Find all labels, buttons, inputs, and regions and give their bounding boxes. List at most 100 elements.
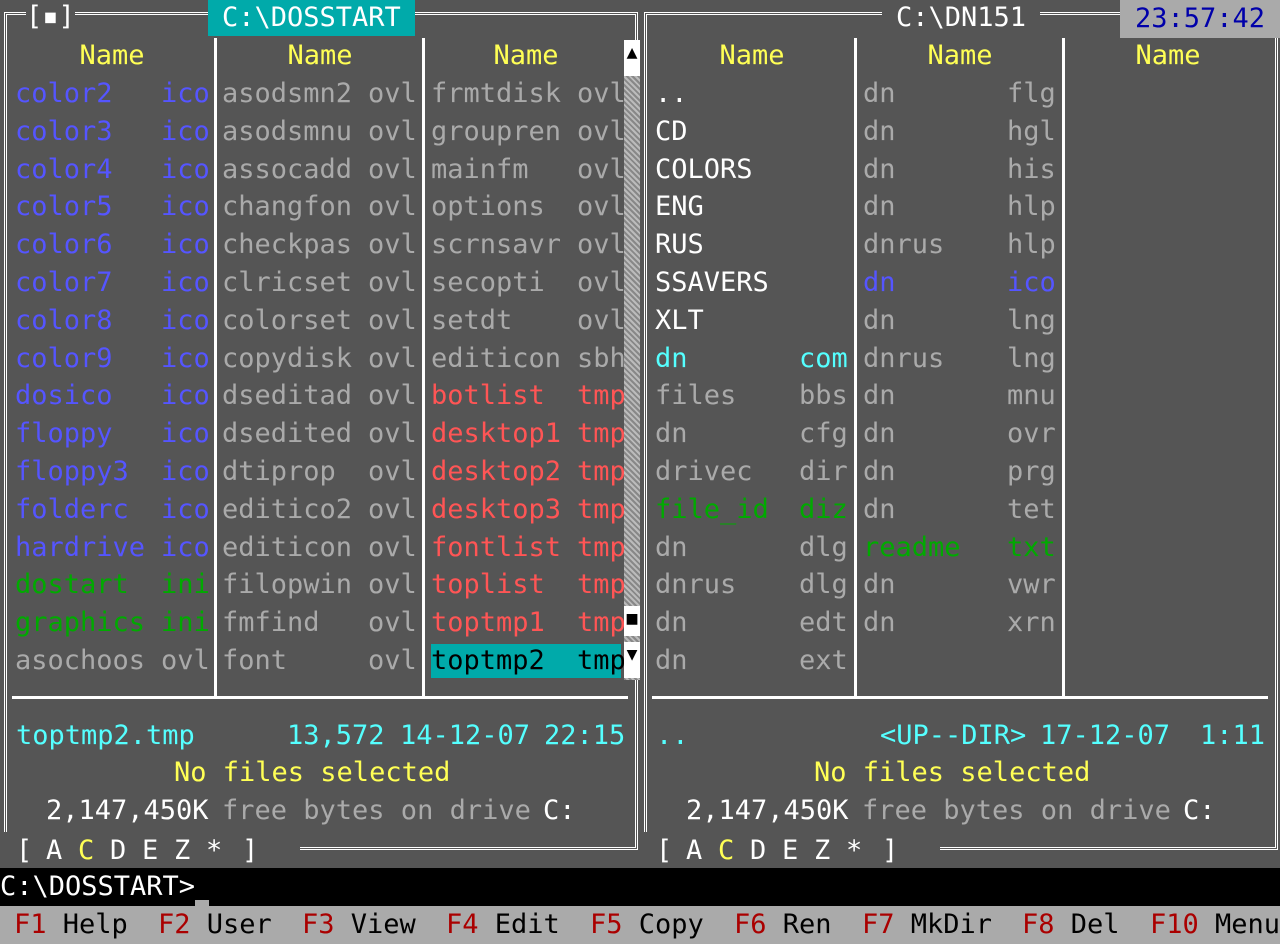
file-entry[interactable]: color2 ico	[15, 75, 211, 113]
file-entry[interactable]: editicon sbh	[431, 340, 627, 378]
drive-all[interactable]: *	[846, 832, 862, 870]
fkey-menu[interactable]: F10 Menu	[1150, 906, 1280, 944]
file-entry[interactable]: color8 ico	[15, 302, 211, 340]
fkey-del[interactable]: F8 Del	[1022, 906, 1120, 944]
file-entry[interactable]: dn edt	[655, 604, 851, 642]
file-entry[interactable]: dn cfg	[655, 415, 851, 453]
fkey-edit[interactable]: F4 Edit	[446, 906, 560, 944]
file-entry[interactable]: dn his	[863, 151, 1059, 189]
file-entry[interactable]: dn com	[655, 340, 851, 378]
file-entry[interactable]: fmfind ovl	[222, 604, 418, 642]
file-entry[interactable]: frmtdisk ovl	[431, 75, 627, 113]
file-entry[interactable]: changfon ovl	[222, 188, 418, 226]
file-entry[interactable]: ENG	[655, 188, 851, 226]
drive-selector[interactable]: [A C D E Z *]	[640, 832, 940, 870]
drive-d[interactable]: D	[750, 832, 766, 870]
file-entry[interactable]: color7 ico	[15, 264, 211, 302]
file-entry[interactable]: mainfm ovl	[431, 151, 627, 189]
column-header[interactable]: Name	[860, 37, 1060, 75]
drive-d[interactable]: D	[110, 832, 126, 870]
column-header[interactable]: Name	[220, 37, 420, 75]
file-entry[interactable]: dn vwr	[863, 566, 1059, 604]
file-entry[interactable]: filopwin ovl	[222, 566, 418, 604]
file-entry[interactable]: toptmp1 tmp	[431, 604, 627, 642]
drive-e[interactable]: E	[142, 832, 158, 870]
file-entry[interactable]: color6 ico	[15, 226, 211, 264]
file-entry[interactable]: file_id diz	[655, 491, 851, 529]
column-header[interactable]: Name	[652, 37, 852, 75]
drive-a[interactable]: A	[46, 832, 62, 870]
command-line[interactable]: C:\DOSSTART>	[0, 868, 1280, 906]
file-entry[interactable]: fontlist tmp	[431, 529, 627, 567]
file-entry[interactable]: dtiprop ovl	[222, 453, 418, 491]
file-entry[interactable]: asodsmnu ovl	[222, 113, 418, 151]
file-entry[interactable]: desktop1 tmp	[431, 415, 627, 453]
file-entry[interactable]: dn flg	[863, 75, 1059, 113]
file-entry[interactable]: dn mnu	[863, 377, 1059, 415]
fkey-help[interactable]: F1 Help	[14, 906, 128, 944]
file-entry[interactable]: dn lng	[863, 302, 1059, 340]
drive-z[interactable]: Z	[174, 832, 190, 870]
file-entry[interactable]: dn ovr	[863, 415, 1059, 453]
drive-z[interactable]: Z	[814, 832, 830, 870]
file-entry[interactable]: drivec dir	[655, 453, 851, 491]
file-entry[interactable]: color9 ico	[15, 340, 211, 378]
file-entry[interactable]: dosico ico	[15, 377, 211, 415]
file-entry[interactable]: COLORS	[655, 151, 851, 189]
file-entry[interactable]: dn hgl	[863, 113, 1059, 151]
file-entry[interactable]: copydisk ovl	[222, 340, 418, 378]
function-key-bar[interactable]: F1 Help F2 User F3 View F4 Edit F5 Copy F6 Re…	[0, 906, 1280, 944]
file-entry[interactable]: RUS	[655, 226, 851, 264]
fkey-view[interactable]: F3 View	[302, 906, 416, 944]
file-entry[interactable]: clricset ovl	[222, 264, 418, 302]
file-entry[interactable]: font ovl	[222, 642, 418, 680]
file-entry[interactable]: asochoos ovl	[15, 642, 211, 680]
file-entry[interactable]: color4 ico	[15, 151, 211, 189]
file-entry[interactable]: dn hlp	[863, 188, 1059, 226]
file-entry[interactable]: readme txt	[863, 529, 1059, 567]
file-entry[interactable]: options ovl	[431, 188, 627, 226]
drive-selector[interactable]: [A C D E Z *]	[0, 832, 300, 870]
fkey-ren[interactable]: F6 Ren	[734, 906, 832, 944]
file-entry[interactable]: dn ext	[655, 642, 851, 680]
drive-all[interactable]: *	[206, 832, 222, 870]
column-header[interactable]: Name	[1068, 37, 1268, 75]
file-entry[interactable]: colorset ovl	[222, 302, 418, 340]
fkey-mkdir[interactable]: F7 MkDir	[862, 906, 992, 944]
arrow-up-icon[interactable]: ▲	[624, 40, 640, 76]
arrow-down-icon[interactable]: ▼	[624, 642, 640, 678]
file-entry[interactable]: groupren ovl	[431, 113, 627, 151]
file-entry[interactable]: color5 ico	[15, 188, 211, 226]
file-entry[interactable]: scrnsavr ovl	[431, 226, 627, 264]
file-entry[interactable]: SSAVERS	[655, 264, 851, 302]
file-entry[interactable]: botlist tmp	[431, 377, 627, 415]
file-entry[interactable]: dn tet	[863, 491, 1059, 529]
scroll-thumb-icon[interactable]: ■	[624, 606, 640, 636]
file-entry[interactable]: editico2 ovl	[222, 491, 418, 529]
drive-c[interactable]: C	[78, 832, 94, 870]
file-entry[interactable]: dnrus hlp	[863, 226, 1059, 264]
column-header[interactable]: Name	[12, 37, 212, 75]
file-entry[interactable]: floppy ico	[15, 415, 211, 453]
file-entry[interactable]: floppy3 ico	[15, 453, 211, 491]
file-entry[interactable]: asodsmn2 ovl	[222, 75, 418, 113]
fkey-user[interactable]: F2 User	[158, 906, 272, 944]
file-entry[interactable]: setdt ovl	[431, 302, 627, 340]
file-entry[interactable]: files bbs	[655, 377, 851, 415]
file-entry[interactable]: editicon ovl	[222, 529, 418, 567]
file-entry[interactable]: dnrus lng	[863, 340, 1059, 378]
file-entry[interactable]: hardrive ico	[15, 529, 211, 567]
file-entry[interactable]: CD	[655, 113, 851, 151]
column-header[interactable]: Name	[428, 37, 624, 75]
fkey-copy[interactable]: F5 Copy	[590, 906, 704, 944]
drive-c[interactable]: C	[718, 832, 734, 870]
file-entry[interactable]: dn xrn	[863, 604, 1059, 642]
panel-indicator[interactable]: [▪]	[26, 0, 75, 34]
file-entry[interactable]: toptmp2 tmp	[431, 642, 627, 680]
file-entry[interactable]: dsedited ovl	[222, 415, 418, 453]
file-entry[interactable]: XLT	[655, 302, 851, 340]
file-entry[interactable]: checkpas ovl	[222, 226, 418, 264]
drive-e[interactable]: E	[782, 832, 798, 870]
file-entry[interactable]: dnrus dlg	[655, 566, 851, 604]
file-entry[interactable]: dostart ini	[15, 566, 211, 604]
